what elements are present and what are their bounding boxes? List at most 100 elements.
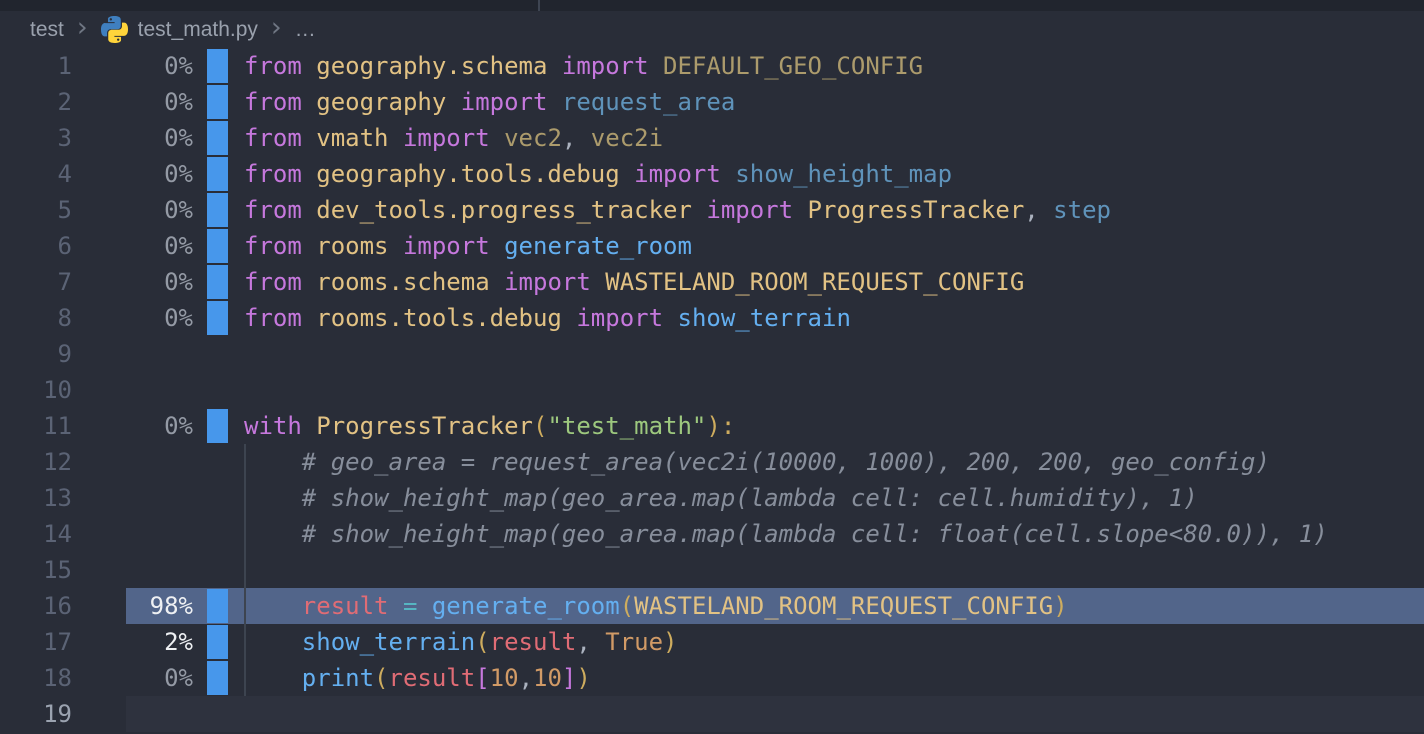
code-line[interactable]: 20% from geography import request_area <box>0 84 1424 120</box>
token-kw: import <box>620 160 721 188</box>
token-fndim: step <box>1039 196 1111 224</box>
token-p1: ) <box>576 664 590 692</box>
code-line[interactable]: 13 # show_height_map(geo_area.map(lambda… <box>0 480 1424 516</box>
line-number[interactable]: 11 <box>0 408 72 444</box>
code-text[interactable]: # show_height_map(geo_area.map(lambda ce… <box>244 516 1424 552</box>
token-mod: dev_tools.progress_tracker <box>302 196 692 224</box>
token-p1: ) <box>1053 592 1067 620</box>
token-mod: rooms <box>302 232 389 260</box>
token-mod: WASTELAND_ROOM_REQUEST_CONFIG <box>634 592 1053 620</box>
token-num: 10 <box>490 664 519 692</box>
token-op: = <box>389 592 432 620</box>
code-line[interactable]: 50% from dev_tools.progress_tracker impor… <box>0 192 1424 228</box>
code-line[interactable]: 10 <box>0 372 1424 408</box>
code-text[interactable]: from geography import request_area <box>244 84 1424 120</box>
line-number[interactable]: 14 <box>0 516 72 552</box>
code-text[interactable]: show_terrain(result, True) <box>244 624 1424 660</box>
code-line[interactable]: 12 # geo_area = request_area(vec2i(10000… <box>0 444 1424 480</box>
line-number[interactable]: 13 <box>0 480 72 516</box>
token-kw: import <box>692 196 793 224</box>
breadcrumb-symbol[interactable]: … <box>295 18 316 42</box>
line-number[interactable]: 3 <box>0 120 72 156</box>
code-text[interactable]: from geography.schema import DEFAULT_GEO… <box>244 48 1424 84</box>
line-number[interactable]: 12 <box>0 444 72 480</box>
line-number[interactable]: 2 <box>0 84 72 120</box>
line-number[interactable]: 4 <box>0 156 72 192</box>
profile-bar <box>207 121 228 155</box>
token-kw: import <box>389 232 490 260</box>
line-number[interactable]: 16 <box>0 588 72 624</box>
token-fn: generate_room <box>490 232 692 260</box>
code-text[interactable]: print(result[10,10]) <box>244 660 1424 696</box>
profile-bar <box>207 625 228 659</box>
token-var: result <box>244 592 389 620</box>
code-text[interactable]: from vmath import vec2, vec2i <box>244 120 1424 156</box>
token-mod: vmath <box>302 124 389 152</box>
token-kw: from <box>244 124 302 152</box>
profile-percentage: 0% <box>72 84 193 120</box>
breadcrumb: test › test_math.py › … <box>0 11 1424 48</box>
token-num: 10 <box>533 664 562 692</box>
profile-bar <box>207 409 228 443</box>
profile-bar <box>207 301 228 335</box>
line-number[interactable]: 1 <box>0 48 72 84</box>
line-number[interactable]: 8 <box>0 300 72 336</box>
code-line[interactable]: 40%from geography.tools.debug import sho… <box>0 156 1424 192</box>
code-text[interactable]: # geo_area = request_area(vec2i(10000, 1… <box>244 444 1424 480</box>
code-text[interactable]: # show_height_map(geo_area.map(lambda ce… <box>244 480 1424 516</box>
current-line-highlight <box>126 696 1424 732</box>
token-com: # show_height_map(geo_area.map(lambda ce… <box>244 520 1328 548</box>
code-line[interactable]: 1698% result = generate_room(WASTELAND_R… <box>0 588 1424 624</box>
code-text[interactable]: from dev_tools.progress_tracker import P… <box>244 192 1424 228</box>
token-str: "test_math" <box>547 412 706 440</box>
line-number[interactable]: 7 <box>0 264 72 300</box>
code-line[interactable]: 60%from rooms import generate_room <box>0 228 1424 264</box>
code-text[interactable]: from geography.tools.debug import show_h… <box>244 156 1424 192</box>
token-kw: import <box>490 268 591 296</box>
code-line[interactable]: 14 # show_height_map(geo_area.map(lambda… <box>0 516 1424 552</box>
code-line[interactable]: 10%from geography.schema import DEFAULT_… <box>0 48 1424 84</box>
tab-separator <box>538 0 540 11</box>
code-line[interactable]: 9 <box>0 336 1424 372</box>
code-text[interactable]: from rooms import generate_room <box>244 228 1424 264</box>
profile-percentage: 2% <box>72 624 193 660</box>
token-fndim: request_area <box>547 88 735 116</box>
line-number[interactable]: 17 <box>0 624 72 660</box>
token-pun: , <box>519 664 533 692</box>
line-number[interactable]: 18 <box>0 660 72 696</box>
code-line[interactable]: 80% from rooms.tools.debug import show_te… <box>0 300 1424 336</box>
code-line[interactable]: 15 <box>0 552 1424 588</box>
code-text[interactable]: with ProgressTracker("test_math"): <box>244 408 1424 444</box>
code-line[interactable]: 110% with ProgressTracker("test_math"): <box>0 408 1424 444</box>
profile-percentage: 0% <box>72 300 193 336</box>
code-line[interactable]: 70%from rooms.schema import WASTELAND_RO… <box>0 264 1424 300</box>
profile-percentage: 0% <box>72 408 193 444</box>
code-text[interactable]: from rooms.schema import WASTELAND_ROOM_… <box>244 264 1424 300</box>
profile-percentage: 0% <box>72 192 193 228</box>
code-line[interactable]: 172% show_terrain(result, True) <box>0 624 1424 660</box>
code-line[interactable]: 19 <box>0 696 1424 732</box>
breadcrumb-file[interactable]: test_math.py <box>138 18 258 42</box>
line-number[interactable]: 6 <box>0 228 72 264</box>
line-number[interactable]: 15 <box>0 552 72 588</box>
token-tandim: vec2 <box>490 124 562 152</box>
indent-guide <box>244 552 246 588</box>
code-editor[interactable]: 10%from geography.schema import DEFAULT_… <box>0 48 1424 732</box>
code-text[interactable]: from rooms.tools.debug import show_terra… <box>244 300 1424 336</box>
chevron-right-icon: › <box>271 18 282 38</box>
profile-bar <box>207 157 228 191</box>
code-line[interactable]: 180% print(result[10,10]) <box>0 660 1424 696</box>
line-number[interactable]: 9 <box>0 336 72 372</box>
code-text[interactable]: result = generate_room(WASTELAND_ROOM_RE… <box>244 588 1424 624</box>
line-number[interactable]: 5 <box>0 192 72 228</box>
profile-percentage: 0% <box>72 120 193 156</box>
token-mod: geography.tools.debug <box>302 160 620 188</box>
token-mod: ProgressTracker <box>793 196 1024 224</box>
token-var: result <box>490 628 577 656</box>
breadcrumb-folder[interactable]: test <box>30 18 64 42</box>
line-number[interactable]: 10 <box>0 372 72 408</box>
code-line[interactable]: 30% from vmath import vec2, vec2i <box>0 120 1424 156</box>
token-var: result <box>389 664 476 692</box>
line-number[interactable]: 19 <box>0 696 72 732</box>
python-icon <box>101 16 128 43</box>
